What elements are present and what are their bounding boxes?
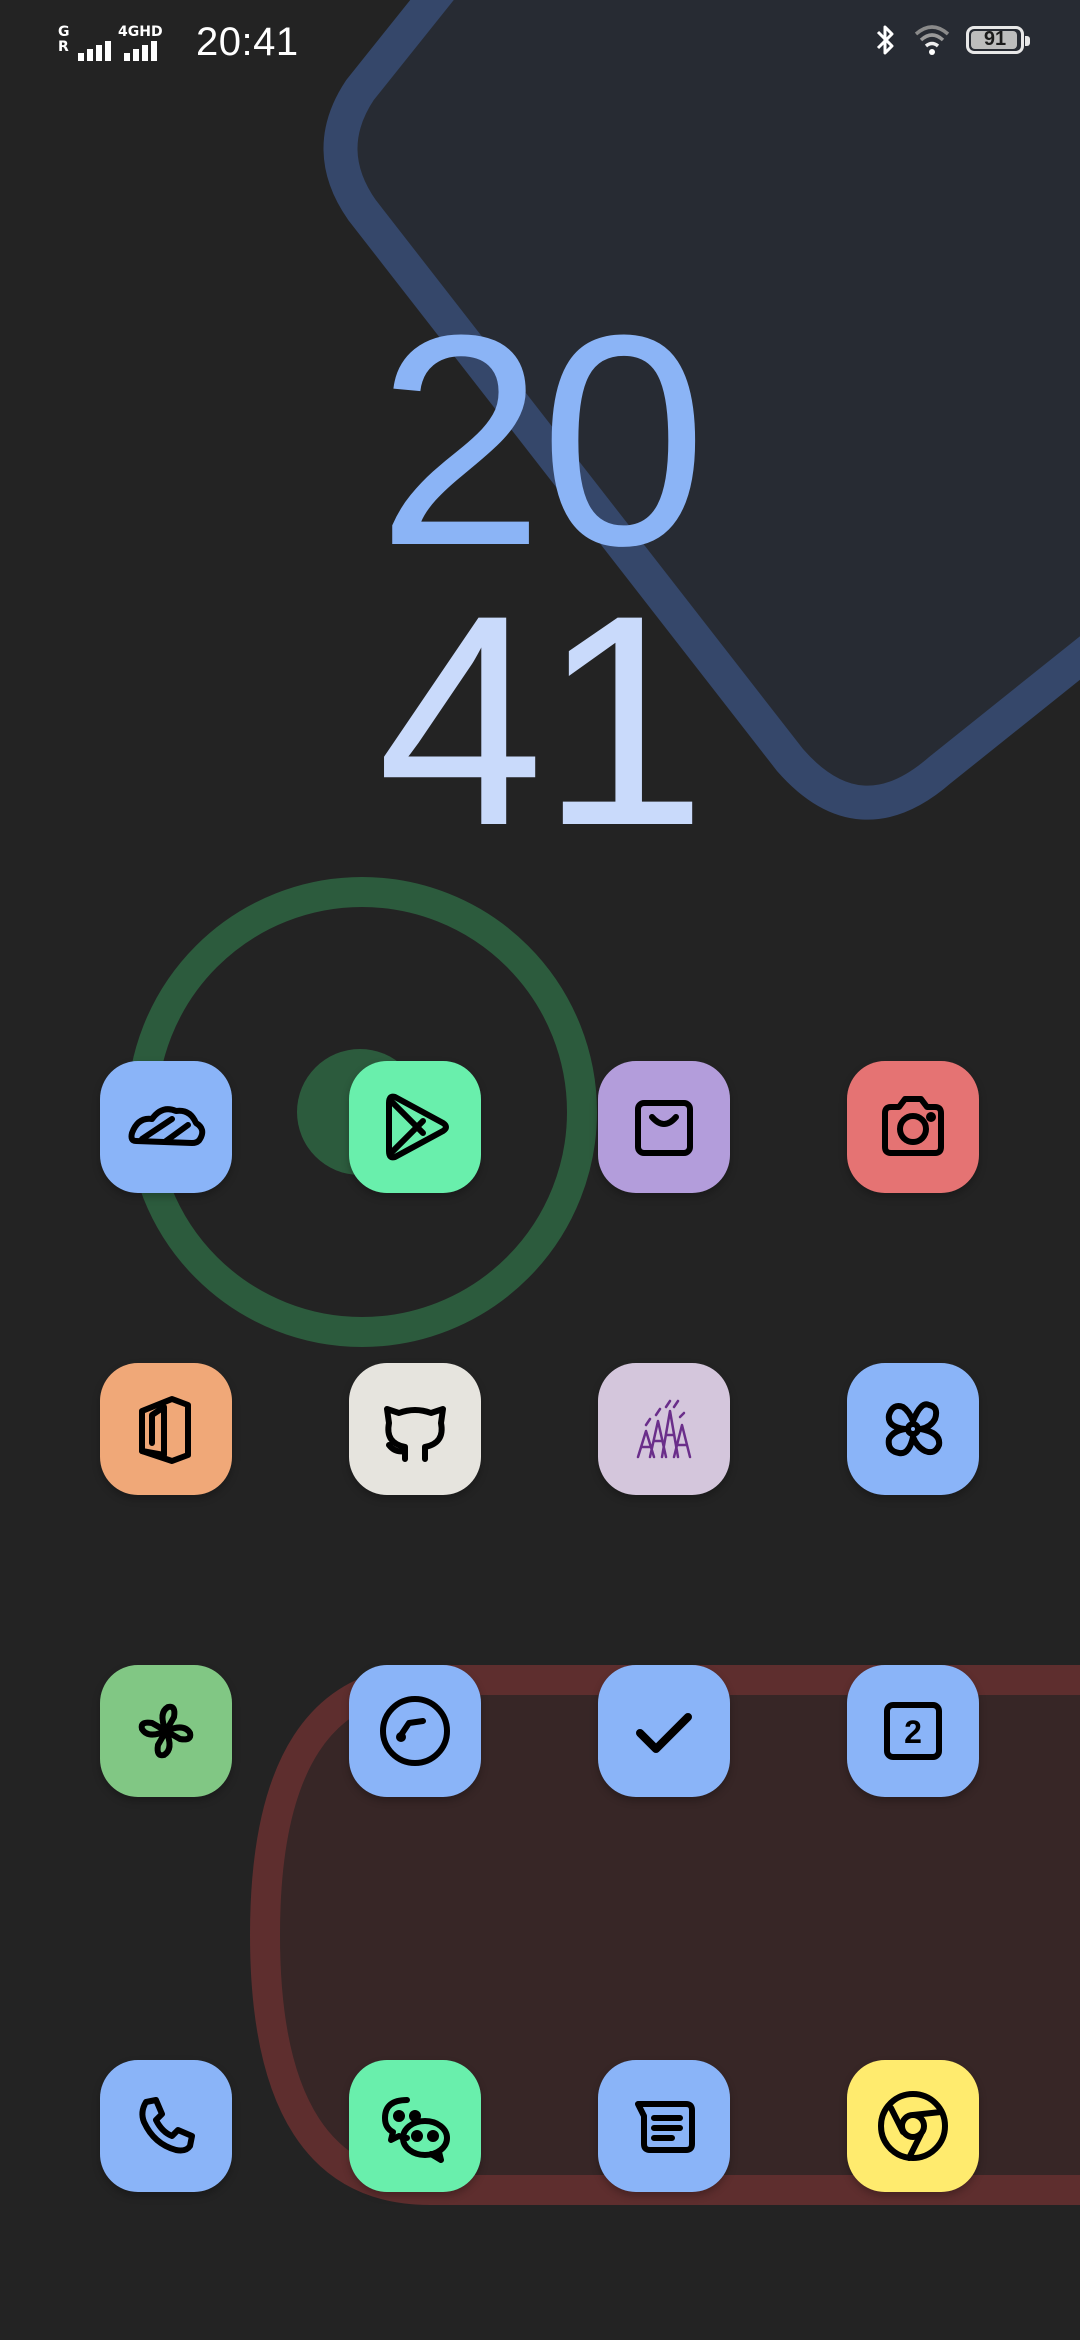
status-right: 91 <box>874 22 1030 58</box>
pinwheel-app-icon[interactable] <box>100 1665 232 1797</box>
play-store-app-icon[interactable] <box>349 1061 481 1193</box>
phone-app-icon[interactable] <box>100 2060 232 2192</box>
sim2-label: 4GHD <box>118 23 163 40</box>
chrome-app-icon[interactable] <box>847 2060 979 2192</box>
tasks-app-icon[interactable] <box>598 1665 730 1797</box>
camera-app-icon[interactable] <box>847 1061 979 1193</box>
cloud-app-icon[interactable] <box>100 1061 232 1193</box>
status-left: G R 4GHD 20:41 <box>58 20 299 65</box>
counter-app-icon[interactable]: 2 <box>847 1665 979 1797</box>
messages-app-icon[interactable] <box>598 2060 730 2192</box>
counter-app-label: 2 <box>904 1714 922 1750</box>
status-bar: G R 4GHD 20:41 91 <box>0 0 1080 90</box>
sim1-label-bottom: R <box>58 38 69 55</box>
bluetooth-icon <box>876 25 894 55</box>
office-app-icon[interactable] <box>100 1363 232 1495</box>
speedometer-app-icon[interactable] <box>349 1665 481 1797</box>
wifi-icon <box>914 25 950 55</box>
forest-app-icon[interactable] <box>598 1363 730 1495</box>
shop-app-icon[interactable] <box>598 1061 730 1193</box>
wechat-app-icon[interactable] <box>349 2060 481 2192</box>
sim1-label-top: G <box>58 23 70 40</box>
github-app-icon[interactable] <box>349 1363 481 1495</box>
status-time: 20:41 <box>196 20 299 64</box>
clock-hours-text: 20 <box>377 272 707 608</box>
clock-minutes[interactable]: 41 <box>0 552 1080 888</box>
battery-level: 91 <box>983 28 1007 50</box>
tools-app-icon[interactable] <box>847 1363 979 1495</box>
sim-signal-group: G R 4GHD <box>58 23 163 63</box>
clock-hours[interactable]: 20 <box>0 272 1080 608</box>
battery-icon: 91 <box>966 26 1030 54</box>
clock-minutes-text: 41 <box>377 552 707 888</box>
